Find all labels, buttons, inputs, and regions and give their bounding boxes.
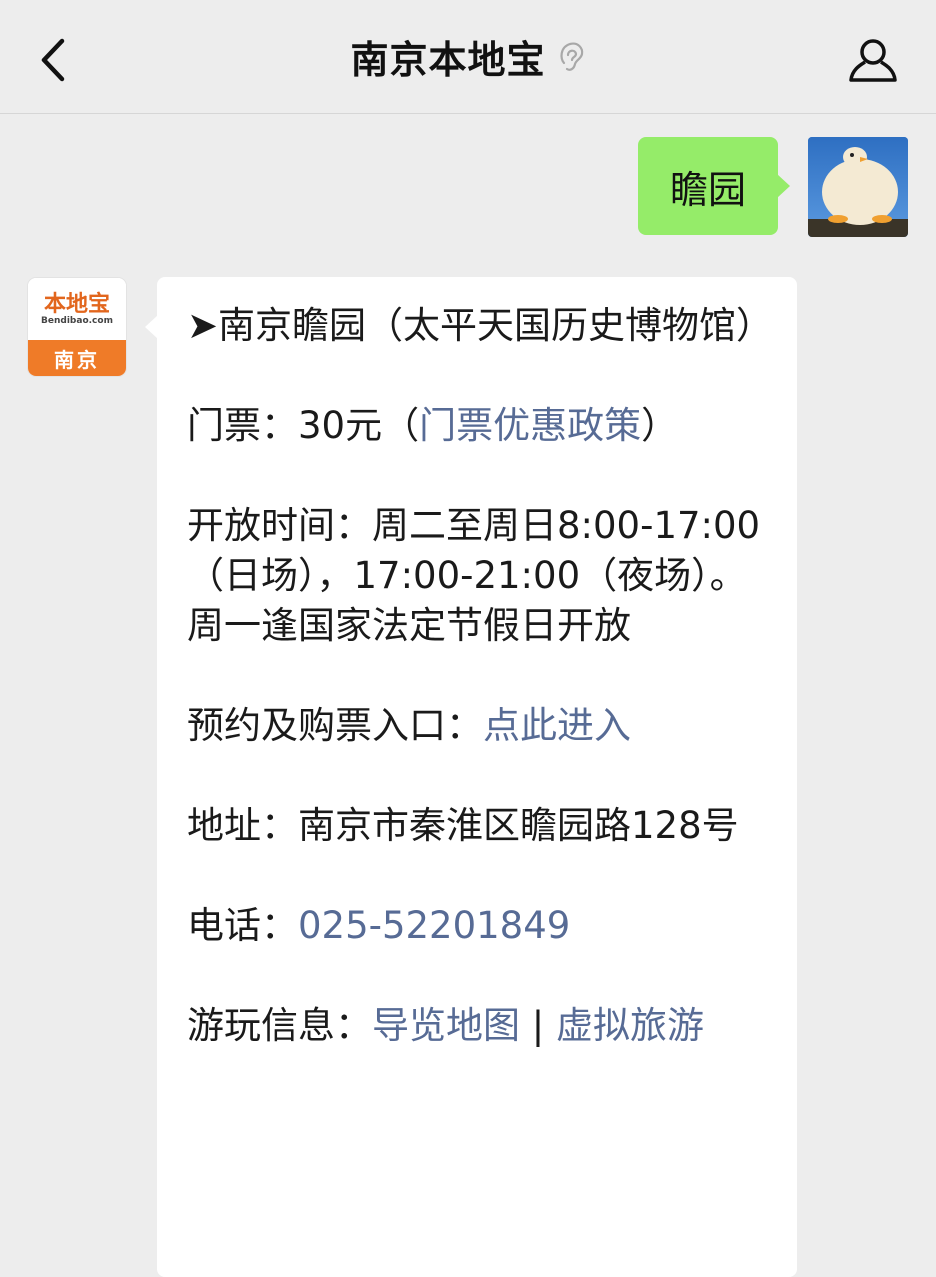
incoming-message-bubble: ➤南京瞻园（太平天国历史博物馆） 门票：30元（门票优惠政策） 开放时间：周二至… bbox=[145, 277, 797, 1277]
phone-info: 电话：025-52201849 bbox=[187, 901, 769, 951]
profile-button[interactable] bbox=[846, 34, 900, 88]
tour-info: 游玩信息：导览地图 | 虚拟旅游 bbox=[187, 1001, 769, 1051]
ticket-discount-link[interactable]: 门票优惠政策 bbox=[419, 404, 641, 447]
booking-label: 预约及购票入口： bbox=[187, 704, 483, 747]
top-navigation-bar: 南京本地宝 bbox=[0, 0, 936, 114]
tour-label: 游玩信息： bbox=[187, 1004, 372, 1047]
ticket-label: 门票：30元（ bbox=[187, 404, 420, 447]
opening-hours: 开放时间：周二至周日8:00-17:00（日场），17:00-21:00（夜场）… bbox=[187, 504, 761, 647]
phone-link[interactable]: 025-52201849 bbox=[298, 904, 570, 947]
outgoing-bubble[interactable]: 瞻园 bbox=[637, 137, 791, 235]
title-group: 南京本地宝 bbox=[0, 0, 936, 113]
venue-title: ➤南京瞻园（太平天国历史博物馆） bbox=[187, 304, 774, 347]
official-account-avatar[interactable]: 本地宝 Bendibao.com 南京 bbox=[28, 278, 126, 376]
address-info: 地址：南京市秦淮区瞻园路128号 bbox=[187, 804, 739, 847]
virtual-tour-link[interactable]: 虚拟旅游 bbox=[556, 1004, 704, 1047]
logo-domain-text: Bendibao.com bbox=[41, 315, 113, 326]
avatar-image bbox=[808, 137, 908, 237]
phone-label: 电话： bbox=[187, 904, 298, 947]
ear-icon bbox=[556, 39, 586, 75]
user-avatar[interactable] bbox=[808, 137, 908, 237]
outgoing-text: 瞻园 bbox=[669, 167, 746, 212]
person-icon bbox=[849, 39, 897, 82]
logo-brand-text: 本地宝 bbox=[43, 290, 110, 317]
chat-title: 南京本地宝 bbox=[350, 38, 546, 82]
logo-city-text: 南京 bbox=[54, 347, 100, 372]
tour-separator: | bbox=[520, 1004, 556, 1047]
outgoing-message: 瞻园 bbox=[637, 137, 908, 237]
guide-map-link[interactable]: 导览地图 bbox=[372, 1004, 520, 1047]
ticket-info: 门票：30元（门票优惠政策） bbox=[187, 401, 769, 451]
logo-city-band: 南京 bbox=[28, 340, 126, 376]
booking-link[interactable]: 点此进入 bbox=[483, 704, 631, 747]
logo-top: 本地宝 Bendibao.com bbox=[28, 278, 126, 340]
ticket-close: ） bbox=[641, 404, 679, 447]
booking-info: 预约及购票入口：点此进入 bbox=[187, 701, 769, 751]
